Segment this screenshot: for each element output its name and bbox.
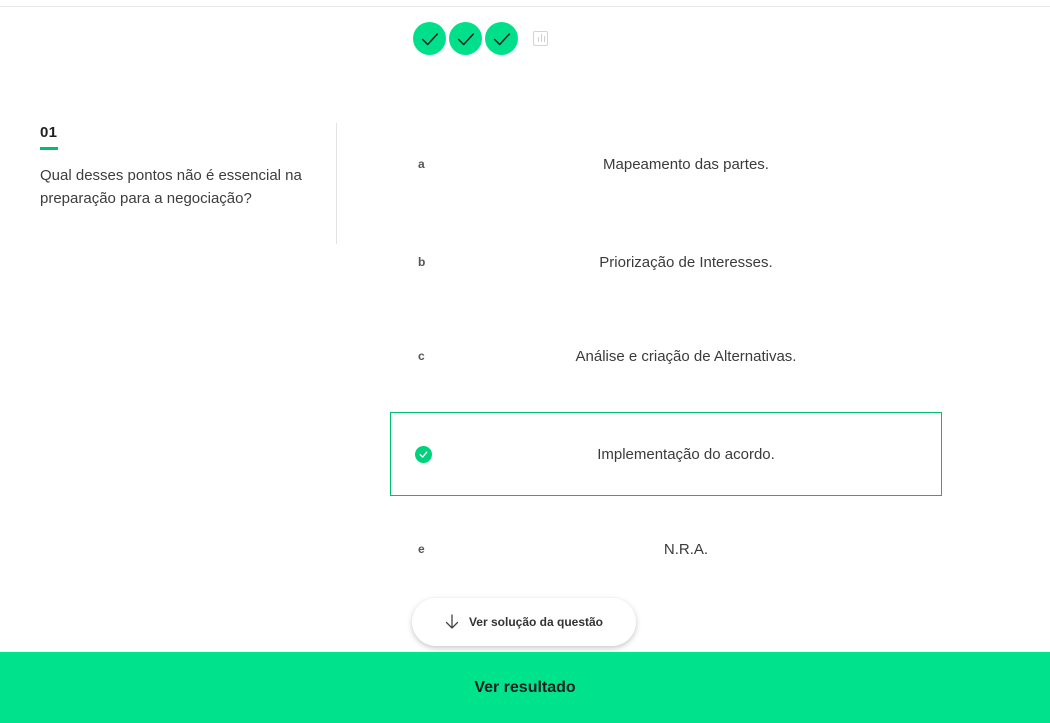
option-letter: c bbox=[418, 349, 425, 363]
completed-step-check-icon bbox=[485, 22, 518, 55]
view-result-button[interactable]: Ver resultado bbox=[0, 652, 1050, 723]
arrow-down-icon bbox=[445, 614, 459, 630]
option-letter: a bbox=[418, 157, 425, 171]
bar-chart-icon[interactable] bbox=[533, 31, 548, 46]
view-solution-button[interactable]: Ver solução da questão bbox=[412, 598, 636, 646]
option-b[interactable]: b Priorização de Interesses. bbox=[390, 220, 942, 304]
question-number-underline bbox=[40, 147, 58, 150]
option-text: N.R.A. bbox=[663, 540, 709, 558]
vertical-divider bbox=[336, 123, 337, 244]
question-number: 01 bbox=[40, 124, 58, 141]
option-text: Implementação do acordo. bbox=[597, 445, 775, 463]
option-e[interactable]: e N.R.A. bbox=[390, 507, 942, 591]
option-d-selected[interactable]: Implementação do acordo. bbox=[390, 412, 942, 496]
selected-check-icon bbox=[415, 445, 432, 463]
top-border bbox=[0, 6, 1050, 7]
completed-step-check-icon bbox=[413, 22, 446, 55]
option-text: Mapeamento das partes. bbox=[603, 155, 769, 173]
option-text: Priorização de Interesses. bbox=[599, 253, 773, 271]
option-text: Análise e criação de Alternativas. bbox=[575, 347, 797, 365]
completed-step-check-icon bbox=[449, 22, 482, 55]
question-panel: 01 Qual desses pontos não é essencial na… bbox=[40, 124, 320, 210]
option-c[interactable]: c Análise e criação de Alternativas. bbox=[390, 314, 942, 398]
option-letter: b bbox=[418, 255, 426, 269]
view-result-label: Ver resultado bbox=[474, 678, 576, 696]
view-solution-label: Ver solução da questão bbox=[468, 615, 604, 629]
option-letter: e bbox=[418, 542, 425, 556]
option-a[interactable]: a Mapeamento das partes. bbox=[390, 122, 942, 206]
progress-indicator bbox=[413, 22, 548, 55]
question-text: Qual desses pontos não é essencial na pr… bbox=[40, 167, 302, 207]
